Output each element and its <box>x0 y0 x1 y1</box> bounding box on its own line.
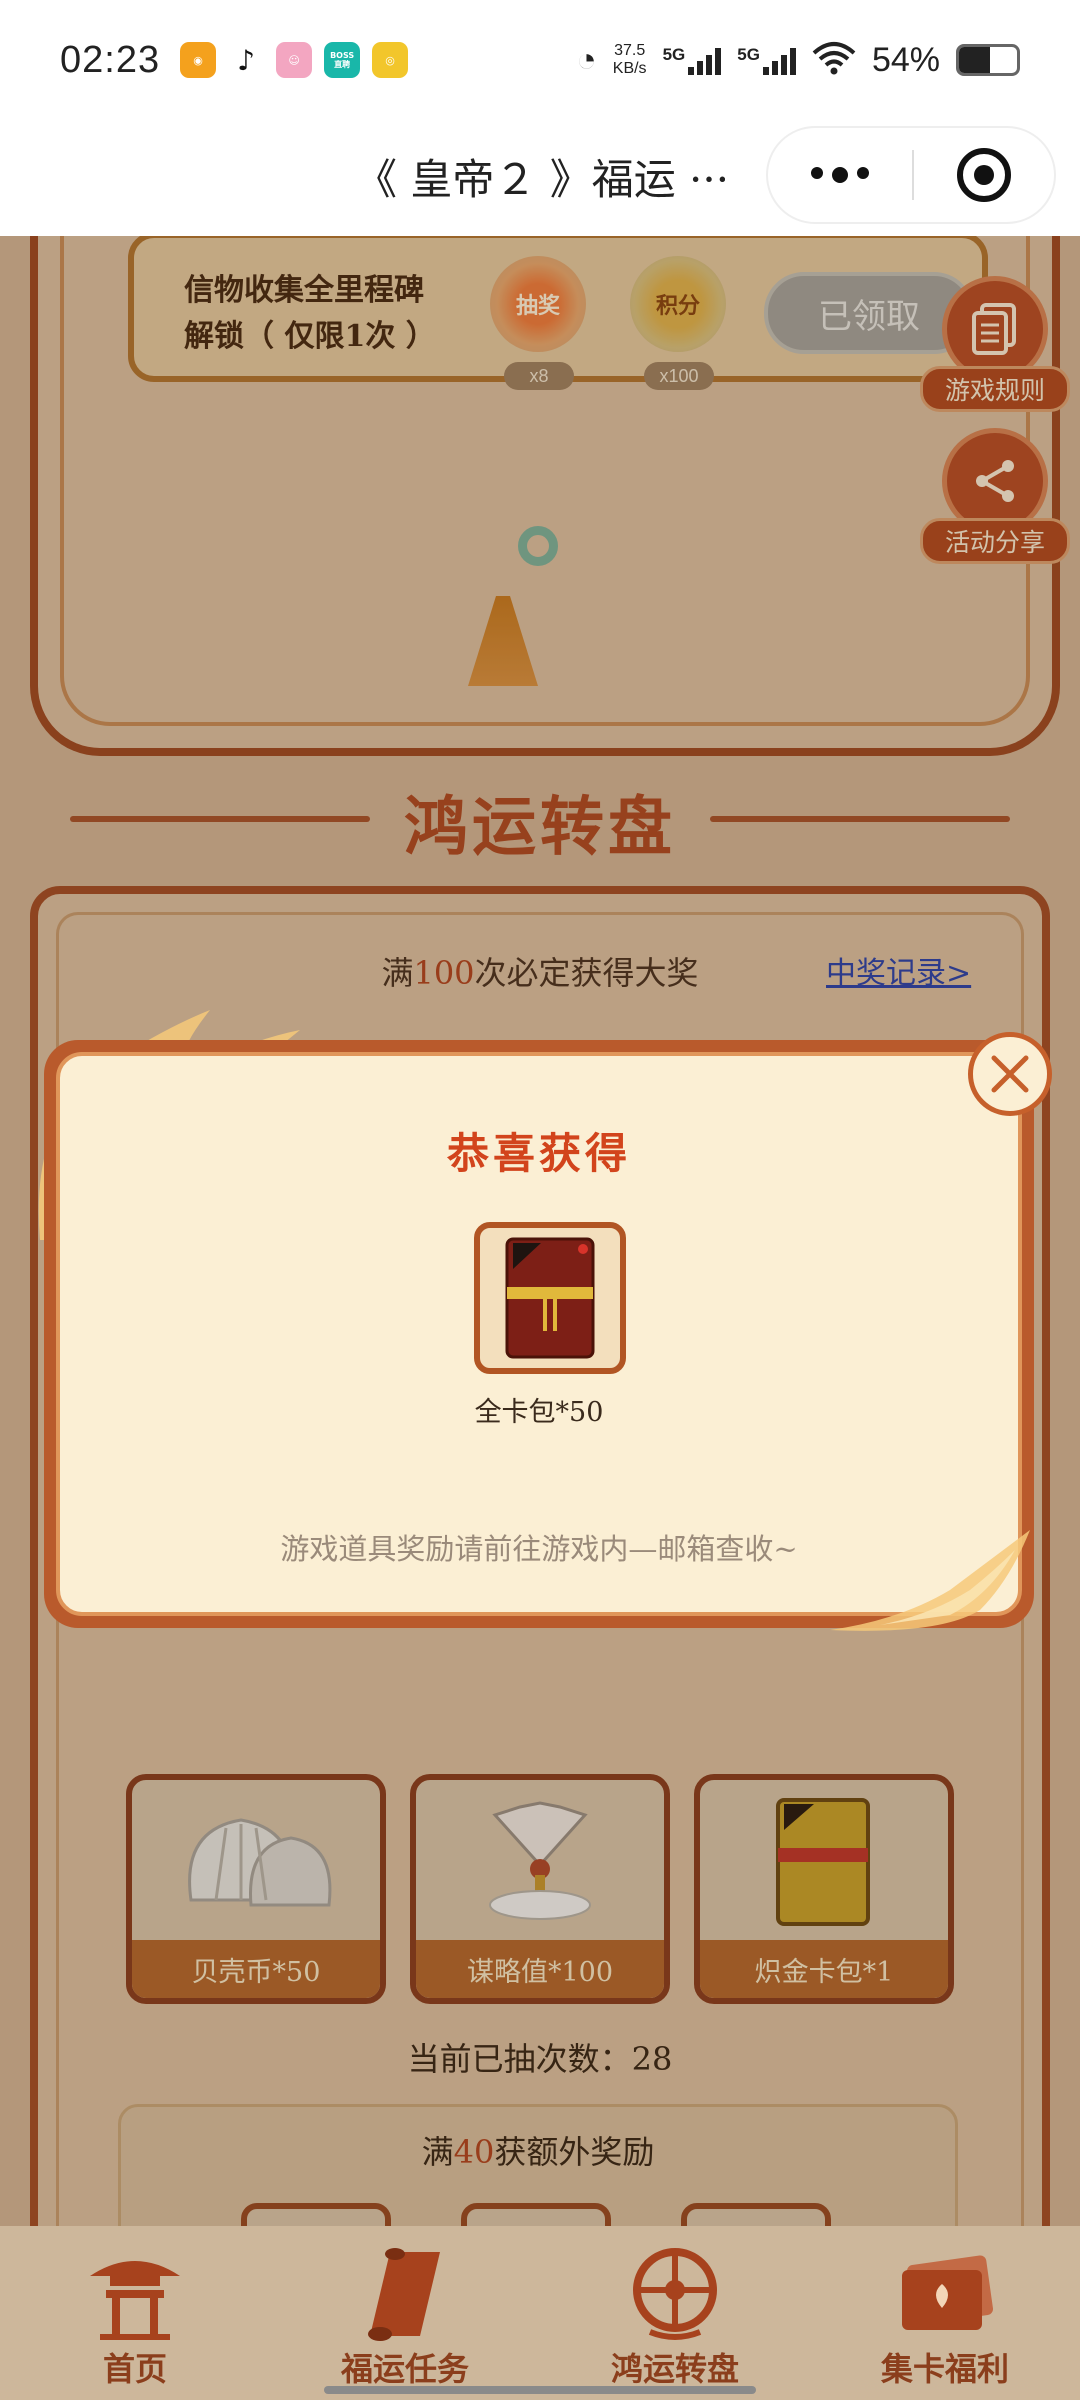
wheel-icon <box>620 2246 730 2342</box>
anime-app-icon: ☺ <box>276 42 313 78</box>
boss-zhipin-icon: BOSS 直聘 <box>324 42 361 78</box>
close-mini-program-button[interactable] <box>914 148 1054 202</box>
nav-item-tasks[interactable]: 福运任务 <box>270 2226 540 2400</box>
yellow-app-icon: ◎ <box>372 42 409 78</box>
speedometer-icon: ◔ <box>576 40 597 79</box>
more-options-icon[interactable] <box>768 167 912 183</box>
tencent-video-icon: ◉ <box>180 42 217 78</box>
close-icon <box>991 1055 1029 1093</box>
modal-note: 游戏道具奖励请前往游戏内—邮箱查收~ <box>280 1532 798 1566</box>
wifi-icon <box>812 41 856 80</box>
page-title: 《 皇帝２ 》福运 ··· <box>355 155 725 204</box>
pagoda-icon <box>80 2246 190 2342</box>
target-icon <box>957 148 1011 202</box>
scroll-icon <box>350 2246 460 2342</box>
home-indicator[interactable] <box>324 2386 756 2394</box>
nav-label: 鸿运转盘 <box>610 2350 739 2388</box>
nav-label: 集卡福利 <box>880 2350 1009 2388</box>
modal-title: 恭喜获得 <box>446 1129 631 1178</box>
nav-item-card-collection[interactable]: 集卡福利 <box>810 2226 1080 2400</box>
nav-item-wheel[interactable]: 鸿运转盘 <box>540 2226 810 2400</box>
nav-item-home[interactable]: 首页 <box>0 2226 270 2400</box>
signal-sim2: 5G <box>737 45 796 75</box>
mini-program-title-bar: 《 皇帝２ 》福运 ··· <box>0 120 1080 236</box>
mini-program-capsule <box>766 126 1056 224</box>
reward-modal: 恭喜获得 全卡包*50 游戏道具奖励请前往游戏内—邮箱查收~ <box>44 1040 1034 1628</box>
nav-label: 福运任务 <box>340 2350 469 2388</box>
battery-icon <box>956 44 1020 76</box>
bottom-navigation: 首页 福运任务 鸿运转盘 集卡福利 <box>0 2226 1080 2400</box>
network-speed: 37.5 KB/s <box>612 42 647 77</box>
signal-sim1: 5G <box>663 45 722 75</box>
modal-prize-name: 全卡包*50 <box>474 1397 604 1428</box>
status-time: 02:23 <box>60 38 161 81</box>
full-card-pack-icon <box>474 1222 626 1374</box>
signal-bars-icon <box>762 45 796 75</box>
notification-icons: ◉ ♪ ☺ BOSS 直聘 ◎ <box>180 42 409 78</box>
signal-bars-icon <box>688 45 722 75</box>
cards-icon <box>890 2246 1000 2342</box>
nav-label: 首页 <box>102 2350 167 2388</box>
status-bar: 02:23 ◉ ♪ ☺ BOSS 直聘 ◎ ◔ 37.5 KB/s 5G 5G 5… <box>0 0 1080 120</box>
modal-close-button[interactable] <box>968 1032 1052 1116</box>
battery-percent: 54% <box>871 40 940 79</box>
tiktok-icon: ♪ <box>228 42 265 78</box>
